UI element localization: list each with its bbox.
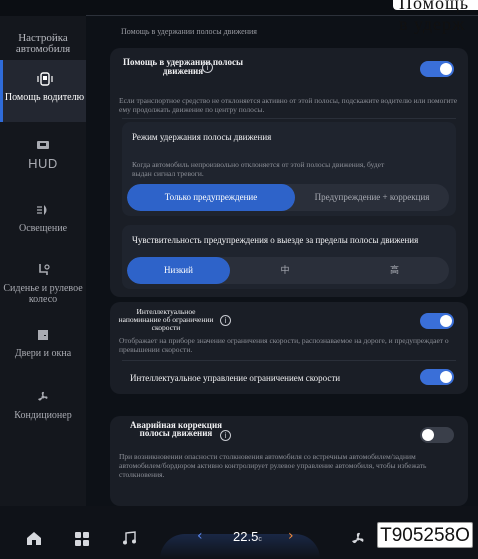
speed-limit-description: Отображает на приборе значение ограничен… [119,336,449,354]
sidebar-item-hud[interactable]: HUD [0,138,86,178]
sensitivity-option-low[interactable]: Низкий [127,257,230,284]
main-content: Помощь в удержании полосы движения Помощ… [86,16,478,506]
divider [122,360,456,361]
temperature-value: 22.5 [233,529,259,544]
emergency-card: Аварийная коррекция полосы движения i Пр… [110,416,468,506]
home-icon[interactable] [26,531,42,546]
sidebar-item-label: Двери и окна [14,348,72,359]
fan-icon [38,391,48,401]
sidebar-item-doors[interactable]: Двери и окна [0,328,86,368]
sensitivity-option-medium[interactable]: 中 [230,257,340,284]
temperature-display: 22.5c [233,529,262,544]
seat-icon [39,264,50,275]
sidebar-item-label: Помощь водителю [4,92,85,103]
mode-option-warning-correction[interactable]: Предупреждение + коррекция [295,184,449,211]
speed-control-toggle[interactable] [420,369,454,385]
sidebar-item-seat[interactable]: Сиденье и рулевое колесо [0,263,86,313]
temp-down-arrow[interactable]: ‹ [197,528,203,544]
sensitivity-panel: Чувствительность предупреждения о выезде… [122,225,456,289]
sidebar-item-label: Сиденье и рулевое колесо [3,283,83,305]
top-label-fragment: Помощь в удерж [393,0,478,34]
speed-limit-title: Интеллектуальное напоминание об ограниче… [118,307,214,332]
speed-limit-card: Интеллектуальное напоминание об ограниче… [110,302,468,394]
door-icon [38,330,48,340]
mode-panel: Режим удержания полосы движения Когда ав… [122,122,456,216]
fan-icon[interactable] [350,532,366,546]
sensitivity-selector: Низкий 中 高 [127,257,449,284]
emergency-title: Аварийная коррекция полосы движения [129,420,223,438]
sidebar-item-lighting[interactable]: Освещение [0,203,86,243]
headlight-icon [37,205,47,215]
lane-assist-card: Помощь в удержании полосы движения i Есл… [110,48,468,297]
hud-icon [37,141,49,149]
sensitivity-title: Чувствительность предупреждения о выезде… [132,235,419,245]
sidebar-item-label: Кондиционер [14,410,72,421]
sidebar-item-climate[interactable]: Кондиционер [0,390,86,430]
emergency-toggle[interactable] [420,427,454,443]
mode-option-warning-only[interactable]: Только предупреждение [127,184,295,211]
temp-up-arrow[interactable]: › [288,528,294,544]
info-icon[interactable]: i [202,62,213,73]
sidebar-title: Настройка автомобиля [15,32,71,55]
sensitivity-option-high[interactable]: 高 [340,257,449,284]
mode-title: Режим удержания полосы движения [132,132,272,142]
divider [122,118,456,119]
music-icon[interactable] [122,531,136,546]
sidebar-item-label: HUD [28,156,58,171]
info-icon[interactable]: i [220,315,231,326]
speed-limit-toggle[interactable] [420,313,454,329]
info-icon[interactable]: i [220,430,231,441]
temperature-unit: c [258,536,262,543]
sidebar-item-driver-assist[interactable]: Помощь водителю [0,60,86,122]
lane-assist-toggle[interactable] [420,61,454,77]
sidebar: Настройка автомобиля Помощь водителю HUD… [0,16,86,506]
mode-selector: Только предупреждение Предупреждение + к… [127,184,449,211]
breadcrumb: Помощь в удержании полосы движения [121,27,257,36]
speed-control-label: Интеллектуальное управление ограничением… [130,373,341,383]
license-plate: T905258O [377,522,473,548]
bottom-bar: ‹ 22.5c › T905258O [0,506,478,559]
apps-grid-icon[interactable] [75,532,89,546]
driver-assist-icon [36,72,53,86]
lane-assist-description: Если транспортное средство не отклоняетс… [119,96,458,114]
mode-description: Когда автомобиль непроизвольно отклоняет… [132,160,385,178]
emergency-description: При возникновении опасности столкновения… [119,452,427,479]
sidebar-item-label: Освещение [18,223,68,234]
lane-assist-title: Помощь в удержании полосы движения [122,57,243,76]
